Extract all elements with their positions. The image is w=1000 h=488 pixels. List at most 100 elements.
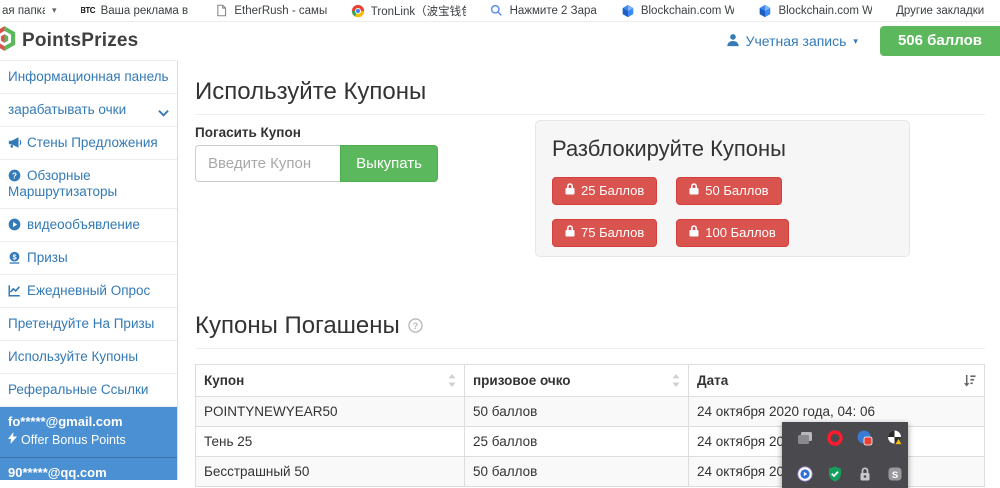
unlock-25-points-button[interactable]: 25 Баллов <box>552 177 657 205</box>
logo-text: PointsPrizes <box>22 30 138 52</box>
unlock-panel-title: Разблокируйте Купоны <box>552 136 893 162</box>
other-bookmarks-button[interactable]: Другие закладки ▾ <box>896 5 990 17</box>
btc-icon: BTC <box>81 4 95 18</box>
sort-icon <box>672 374 680 387</box>
sidebar-item-label: Используйте Купоны <box>8 349 138 364</box>
points-cell: 25 баллов <box>465 427 689 457</box>
sidebar-item-survey-routers[interactable]: ? Обзорные Маршрутизаторы <box>0 160 177 209</box>
notification-offer-bonus-2[interactable]: 90*****@qq.com Offer Bonus Points <box>0 457 177 480</box>
sidebar-item-dashboard[interactable]: Информационная панель <box>0 61 177 94</box>
page-icon <box>214 4 228 18</box>
sidebar-item-claim-prizes[interactable]: Претендуйте На Призы <box>0 308 177 341</box>
play-circle-icon <box>8 218 22 231</box>
unlock-100-points-button[interactable]: 100 Баллов <box>676 219 789 247</box>
sidebar-item-video-ads[interactable]: видеообъявление <box>0 209 177 242</box>
sidebar-item-label: Информационная панель <box>8 69 169 84</box>
account-label: Учетная запись <box>746 33 847 49</box>
s-app-icon[interactable]: S <box>887 466 903 482</box>
lock-icon <box>565 225 575 240</box>
defender-warning-icon[interactable] <box>887 430 903 446</box>
question-circle-icon: ? <box>8 169 22 182</box>
unlock-75-points-button[interactable]: 75 Баллов <box>552 219 657 247</box>
bookmark-label: TronLink（波宝钱包 <box>371 3 466 19</box>
sidebar-item-label: Стены Предложения <box>27 135 158 150</box>
blockchain-icon <box>621 4 635 18</box>
sidebar-item-redeem-coupons[interactable]: Используйте Купоны <box>0 341 177 374</box>
sidebar-item-prizes[interactable]: $ Призы <box>0 242 177 275</box>
notification-email: 90*****@qq.com <box>8 465 169 480</box>
lock-icon <box>565 183 575 198</box>
table-header-points[interactable]: призовое очко <box>465 365 689 397</box>
notification-email: fo*****@gmail.com <box>8 414 169 430</box>
search-icon <box>490 4 504 18</box>
sidebar-item-label: Реферальные Ссылки <box>8 382 148 397</box>
chevron-down-icon: ▾ <box>853 36 858 47</box>
points-cell: 50 баллов <box>465 457 689 487</box>
padlock-app-icon[interactable] <box>857 466 873 482</box>
bookmark-folder[interactable]: ая папка ▾ <box>2 5 57 17</box>
sidebar-item-earn-points[interactable]: зарабатывать очки <box>0 94 177 127</box>
page-title: Используйте Купоны <box>195 78 985 106</box>
chevron-down-icon: ▾ <box>52 5 57 16</box>
coupon-cell: POINTYNEWYEAR50 <box>196 397 465 427</box>
sort-desc-icon <box>963 374 976 387</box>
opera-icon[interactable] <box>827 430 843 446</box>
bookmark-item[interactable]: EtherRush - самый <box>214 4 326 18</box>
bookmark-item[interactable]: Blockchain.com Wa <box>621 4 735 18</box>
bookmark-item[interactable]: TronLink（波宝钱包 <box>351 3 466 19</box>
lock-icon <box>689 183 699 198</box>
chevron-down-icon <box>158 105 169 121</box>
redeem-button[interactable]: Выкупать <box>340 145 438 182</box>
table-header-coupon[interactable]: Купон <box>196 365 465 397</box>
sidebar-item-label: зарабатывать очки <box>8 102 126 117</box>
bookmark-label: Blockchain.com Wa <box>641 5 735 17</box>
site-header: PointsPrizes Учетная запись ▾ 506 баллов <box>0 22 1000 60</box>
bookmark-item[interactable]: BTC Ваша реклама в с <box>81 4 191 18</box>
sidebar-item-label: Претендуйте На Призы <box>8 316 154 331</box>
bookmark-label: Blockchain.com Wa <box>778 5 872 17</box>
site-logo[interactable]: PointsPrizes <box>0 25 138 57</box>
sidebar-item-referral-links[interactable]: Реферальные Ссылки <box>0 374 177 407</box>
svg-text:?: ? <box>12 171 17 180</box>
bookmarks-bar: ая папка ▾ BTC Ваша реклама в с EtherRus… <box>0 0 1000 22</box>
sidebar-item-label: Ежедневный Опрос <box>27 283 150 298</box>
unlock-50-points-button[interactable]: 50 Баллов <box>676 177 781 205</box>
help-icon[interactable]: ? <box>408 312 423 340</box>
notification-offer-bonus-1[interactable]: fo*****@gmail.com Offer Bonus Points <box>0 407 177 457</box>
bookmark-label: Нажмите 2 Зараб <box>510 5 597 17</box>
table-header-date[interactable]: Дата <box>689 365 985 397</box>
sort-icon <box>448 374 456 387</box>
points-balance-badge[interactable]: 506 баллов <box>880 26 1000 56</box>
user-icon <box>726 33 740 50</box>
media-player-icon[interactable] <box>797 466 813 482</box>
pointsprizes-logo-icon <box>0 25 18 57</box>
blue-red-app-icon[interactable] <box>857 430 873 446</box>
bookmark-label: EtherRush - самый <box>234 5 326 17</box>
sidebar-item-daily-poll[interactable]: Ежедневный Опрос <box>0 275 177 308</box>
lock-icon <box>689 225 699 240</box>
blockchain-icon <box>758 4 772 18</box>
line-chart-icon <box>8 284 22 297</box>
divider <box>195 348 985 349</box>
coupon-cell: Бесстрашный 50 <box>196 457 465 487</box>
sidebar-item-label: Обзорные Маршрутизаторы <box>8 168 117 199</box>
sidebar-item-label: видеообъявление <box>27 217 140 232</box>
notes-app-icon[interactable] <box>797 430 813 446</box>
divider <box>195 114 985 115</box>
unlock-coupons-panel: Разблокируйте Купоны 25 Баллов 50 Баллов… <box>535 120 910 257</box>
lightning-icon <box>8 432 17 448</box>
account-menu[interactable]: Учетная запись ▾ <box>726 33 858 50</box>
coupon-input[interactable] <box>195 145 340 182</box>
bookmark-item[interactable]: Blockchain.com Wa <box>758 4 872 18</box>
svg-text:$: $ <box>12 252 16 261</box>
sidebar-item-offer-walls[interactable]: Стены Предложения <box>0 127 177 160</box>
points-cell: 50 баллов <box>465 397 689 427</box>
antivirus-shield-check-icon[interactable] <box>827 466 843 482</box>
sidebar-item-label: Призы <box>27 250 68 265</box>
tronlink-icon <box>351 4 365 18</box>
bookmark-item[interactable]: Нажмите 2 Зараб <box>490 4 597 18</box>
svg-text:S: S <box>892 469 898 480</box>
system-tray-flyout: S <box>782 422 908 488</box>
main-content: Используйте Купоны Погасить Купон Выкупа… <box>178 60 1000 480</box>
other-bookmarks-label: Другие закладки <box>896 5 984 17</box>
